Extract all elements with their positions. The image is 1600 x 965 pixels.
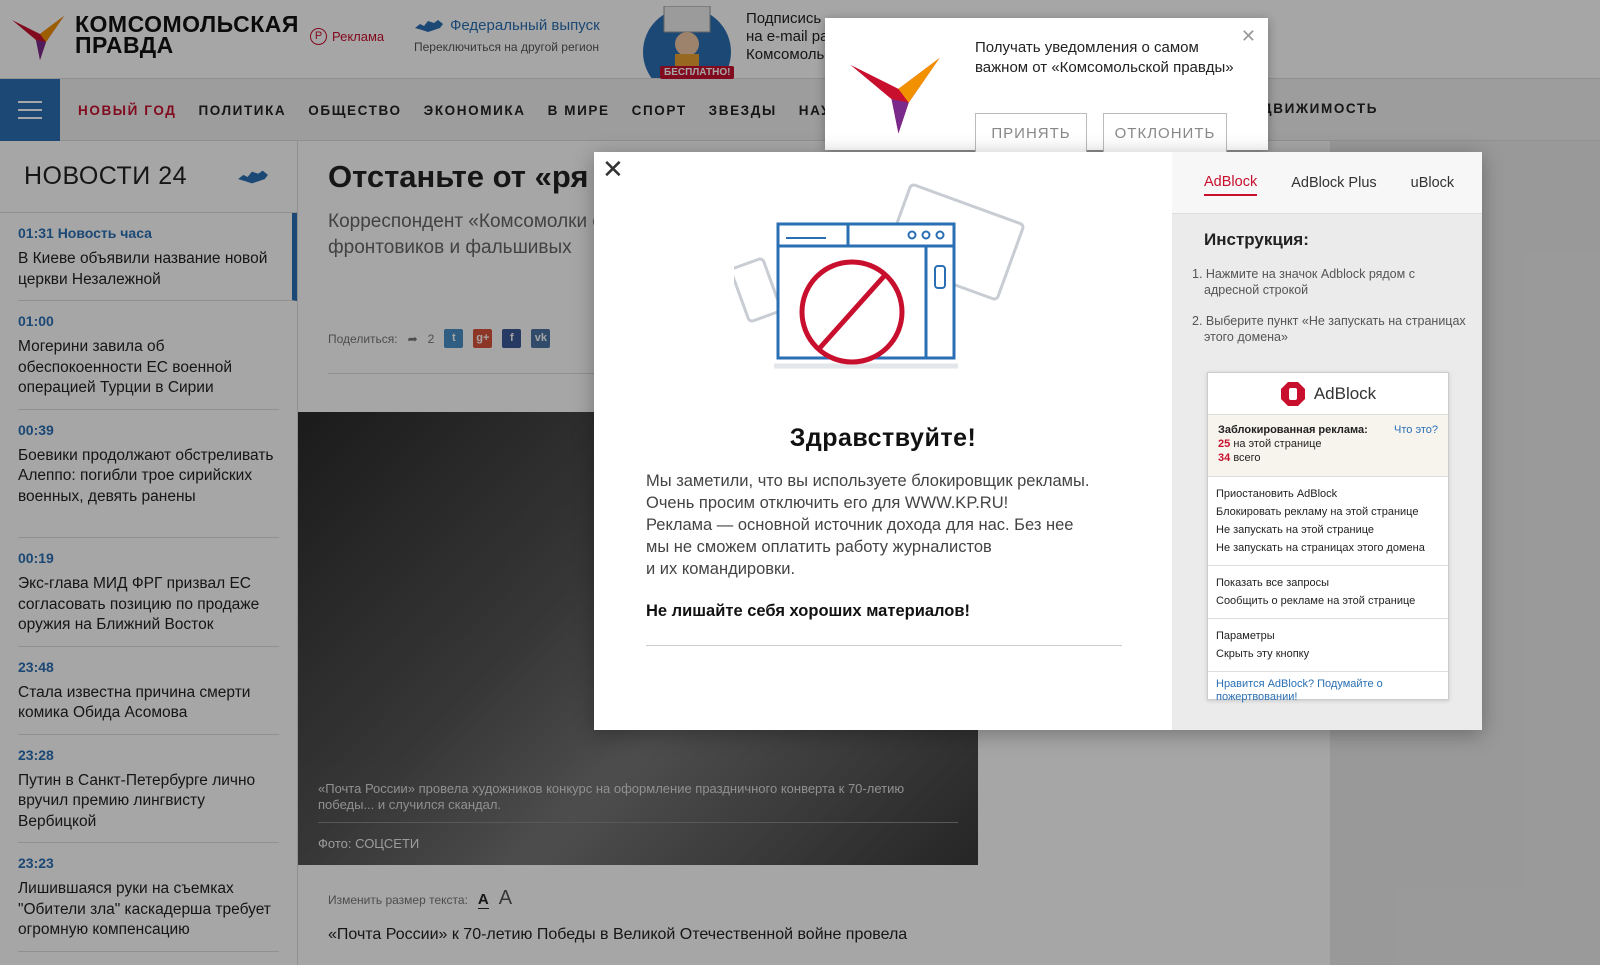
tab-ublock[interactable]: uBlock [1411, 171, 1455, 195]
instruction-steps: 1. Нажмите на значок Adblock рядом с адр… [1192, 266, 1467, 360]
adblock-modal: ✕ Здравствуйте! Мы заметили, что вы испо… [594, 152, 1482, 730]
tab-adblock[interactable]: AdBlock [1204, 170, 1258, 196]
close-icon[interactable]: ✕ [602, 156, 624, 182]
adblock-hand-icon [1280, 381, 1305, 406]
modal-title: Здравствуйте! [789, 424, 977, 452]
instruction-title: Инструкция: [1204, 230, 1309, 249]
tab-adblock-plus[interactable]: AdBlock Plus [1291, 171, 1376, 195]
decline-notifications-button[interactable]: Отклонить [1103, 113, 1227, 153]
adblock-donate-note: Нравится AdBlock? Подумайте о пожертвова… [1216, 678, 1383, 703]
modal-divider [646, 645, 1122, 646]
adblock-menu-group: Показать все запросы Сообщить о рекламе … [1208, 566, 1448, 619]
modal-call-to-action: Не лишайте себя хороших материалов! [646, 602, 970, 620]
adblock-menu-group: Приостановить AdBlock Блокировать реклам… [1208, 477, 1448, 566]
adblock-menu-group: Параметры Скрыть эту кнопку [1208, 619, 1448, 672]
swallow-logo-icon [850, 58, 940, 134]
modal-body: Мы заметили, что вы используете блокиров… [646, 472, 1090, 578]
instruction-step: 2. Выберите пункт «Не запускать на стран… [1192, 314, 1466, 344]
blocked-label: Заблокированная реклама: [1218, 424, 1368, 436]
notification-text: Получать уведомления о самом важном от «… [975, 39, 1234, 76]
instruction-panel: AdBlock AdBlock Plus uBlock Инструкция: … [1172, 152, 1482, 730]
blocked-browser-illustration-icon [734, 183, 1025, 369]
page: КОМСОМОЛЬСКАЯ ПРАВДА P Реклама Федеральн… [0, 0, 1600, 965]
blocker-tabs: AdBlock AdBlock Plus uBlock [1172, 152, 1482, 214]
instruction-step: 1. Нажмите на значок Adblock рядом с адр… [1192, 267, 1415, 297]
adblock-menu-screenshot: AdBlock Заблокированная реклама: Что это… [1207, 372, 1449, 703]
close-icon[interactable]: ✕ [1241, 26, 1256, 47]
accept-notifications-button[interactable]: Принять [975, 113, 1087, 153]
adblock-name: AdBlock [1313, 383, 1377, 403]
push-notification-prompt: Получать уведомления о самом важном от «… [825, 18, 1268, 153]
modal-main: ✕ Здравствуйте! Мы заметили, что вы испо… [594, 152, 1172, 730]
what-is-this-link: Что это? [1394, 424, 1438, 436]
